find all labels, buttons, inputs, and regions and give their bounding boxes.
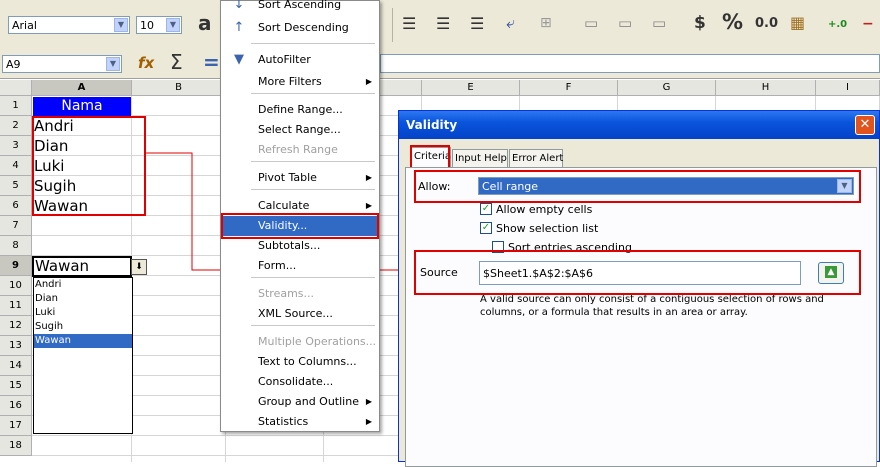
menu-item-label: Consolidate... [258,375,334,388]
menu-separator [251,161,375,162]
menu-separator [251,189,375,190]
menu-item-more-filters[interactable]: More Filters ▶ [222,72,378,92]
menu-item-autofilter[interactable]: ▼ AutoFilter [222,50,378,70]
menu-item-text-to-columns[interactable]: Text to Columns... [222,352,378,372]
menu-item-form[interactable]: Form... [222,256,378,276]
menu-item-group-and-outline[interactable]: Group and Outline ▶ [222,392,378,412]
menu-item-xml-source[interactable]: XML Source... [222,304,378,324]
menu-item-select-range[interactable]: Select Range... [222,120,378,140]
autofilter-icon: ▼ [234,52,244,67]
menu-item-label: Group and Outline [258,395,359,408]
menu-separator [251,277,375,278]
show-list-checkbox[interactable]: ✓ [480,222,492,234]
submenu-arrow-icon: ▶ [365,173,372,182]
submenu-arrow-icon: ▶ [365,397,372,406]
menu-item-sort-descending[interactable]: ↑ Sort Descending [222,18,378,38]
menu-item-define-range[interactable]: Define Range... [222,100,378,120]
annotation-box-allow [414,170,861,203]
sort-descending-icon: ↑ [233,20,245,35]
menu-item-label: Subtotals... [258,239,321,252]
menu-item-refresh-range[interactable]: Refresh Range [222,140,378,160]
menu-item-consolidate[interactable]: Consolidate... [222,372,378,392]
menu-item-label: Sort Ascending [258,0,342,11]
menu-item-pivot-table[interactable]: Pivot Table ▶ [222,168,378,188]
menu-item-sort-ascending[interactable]: ↓ Sort Ascending [222,0,378,15]
validity-dialog: Validity ✕ Criteria Input Help Error Ale… [398,110,880,467]
menu-item-label: Statistics [258,415,309,428]
menu-separator [251,43,375,44]
menu-separator [251,325,375,326]
sort-ascending-icon: ↓ [233,0,245,12]
source-hint-text: A valid source can only consist of a con… [480,294,824,318]
dialog-title: Validity [406,118,458,132]
menu-item-statistics[interactable]: Statistics ▶ [222,412,378,432]
menu-item-label: Streams... [258,287,315,300]
dialog-titlebar[interactable]: Validity ✕ [399,111,879,139]
menu-item-label: More Filters [258,75,322,88]
menu-item-label: Sort Descending [258,21,349,34]
annotation-box-source [414,250,861,295]
menu-item-subtotals[interactable]: Subtotals... [222,236,378,256]
close-icon[interactable]: ✕ [855,115,875,135]
tab-error-alert[interactable]: Error Alert [509,149,563,167]
submenu-arrow-icon: ▶ [365,77,372,86]
allow-empty-label: Allow empty cells [496,203,593,216]
data-menu: ↓ Sort Ascending ↑ Sort Descending ▼ AutoFilt… [220,0,380,432]
annotation-box-validity [221,213,379,239]
menu-item-label: Refresh Range [258,143,338,156]
criteria-panel: Allow: Cell range ▼ ✓ Allow empty cells … [405,167,877,467]
menu-item-label: XML Source... [258,307,333,320]
menu-item-label: Select Range... [258,123,341,136]
menu-item-streams[interactable]: Streams... [222,284,378,304]
show-list-label: Show selection list [496,222,599,235]
allow-empty-checkbox[interactable]: ✓ [480,203,492,215]
menu-item-label: Pivot Table [258,171,317,184]
tab-input-help[interactable]: Input Help [452,149,508,167]
menu-item-label: Multiple Operations... [258,335,377,348]
menu-item-multiple-operations[interactable]: Multiple Operations... [222,332,378,352]
menu-item-label: Define Range... [258,103,343,116]
menu-item-label: Form... [258,259,297,272]
menu-separator [251,93,375,94]
submenu-arrow-icon: ▶ [365,417,372,426]
menu-item-label: AutoFilter [258,53,311,66]
menu-item-label: Text to Columns... [258,355,357,368]
